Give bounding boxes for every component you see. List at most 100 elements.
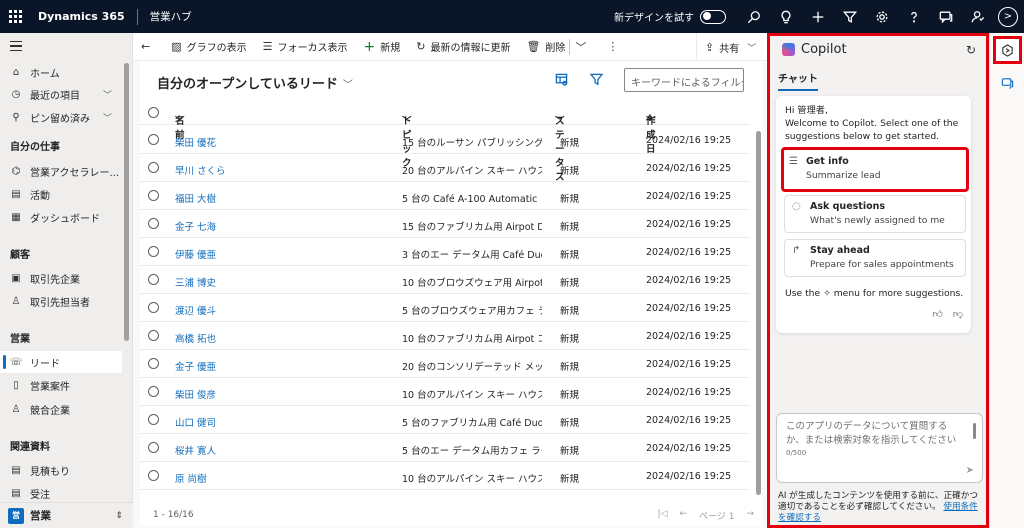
select-all-checkbox[interactable] <box>148 107 159 118</box>
send-icon[interactable]: ➤ <box>966 465 974 476</box>
table-row[interactable]: 山口 健司 5 台のファブリカム用 Café Duo エ... 新規 2024/02/… <box>140 406 750 434</box>
row-checkbox[interactable] <box>148 470 159 481</box>
previous-page-icon[interactable]: ← <box>679 509 687 522</box>
thumbs-up-icon[interactable]: 👍︎ <box>932 308 942 320</box>
lead-name-link[interactable]: 三浦 博史 <box>175 275 216 289</box>
refresh-button[interactable]: ↻ 最新の情報に更新 <box>408 33 518 61</box>
table-row[interactable]: 桜井 寛人 5 台のエー データム用カフェ ライト ... 新規 2024/02/16… <box>140 434 750 462</box>
hamburger-icon[interactable] <box>10 41 22 54</box>
table-row[interactable]: 伊藤 優亜 3 台のエー データム用 Café Duo ... 新規 2024/02/… <box>140 238 750 266</box>
sidebar-item-contacts[interactable]: ♙ 取引先担当者 <box>0 290 122 312</box>
lead-name-link[interactable]: 桜井 寛人 <box>175 443 216 457</box>
copilot-chat-input[interactable]: このアプリのデータについて質問するか、または検索対象を指示してください 0/50… <box>776 413 983 483</box>
search-icon[interactable] <box>738 0 770 33</box>
sidebar-item-leads[interactable]: ☏ リード <box>0 351 122 373</box>
sidebar-item-activities[interactable]: ▤ 活動 <box>0 183 122 205</box>
show-chart-button[interactable]: ▨ グラフの表示 <box>163 33 254 61</box>
row-checkbox[interactable] <box>148 302 159 313</box>
help-icon[interactable] <box>898 0 930 33</box>
sidebar-item-quotes[interactable]: ▤ 見積もり <box>0 459 122 481</box>
lead-name-link[interactable]: 柴田 俊彦 <box>175 387 216 401</box>
refresh-icon[interactable]: ↻ <box>966 43 976 57</box>
avatar[interactable]: > <box>998 6 1018 27</box>
focus-view-button[interactable]: ☰ フォーカス表示 <box>255 33 356 61</box>
row-checkbox[interactable] <box>148 190 159 201</box>
thumbs-down-icon[interactable]: 👎︎ <box>953 308 963 320</box>
sidebar-item-dashboards[interactable]: ▦ ダッシュボード <box>0 206 122 228</box>
chat-icon[interactable] <box>930 0 962 33</box>
tab-chat[interactable]: チャット <box>778 70 818 91</box>
gear-icon[interactable] <box>866 0 898 33</box>
sidebar-scrollbar[interactable] <box>124 63 129 341</box>
row-checkbox[interactable] <box>148 274 159 285</box>
lead-name-link[interactable]: 早川 さくら <box>175 163 226 177</box>
row-checkbox[interactable] <box>148 358 159 369</box>
app-title[interactable]: Dynamics 365 <box>38 10 125 23</box>
more-commands-button[interactable]: ⋮ <box>599 33 631 61</box>
lightbulb-icon[interactable] <box>770 0 802 33</box>
sidebar-item-recent[interactable]: ◷ 最近の項目 ﹀ <box>0 83 122 105</box>
table-row[interactable]: 金子 優亜 20 台のコンソリデーテッド メッセン... 新規 2024/02/16 … <box>140 350 750 378</box>
sidebar-item-sales-accelerator[interactable]: ⌬ 営業アクセラレー... <box>0 160 122 182</box>
back-button[interactable]: ← <box>133 33 163 61</box>
row-checkbox[interactable] <box>148 414 159 425</box>
delete-button[interactable]: 🗑 削除 ﹀ <box>518 33 599 61</box>
table-row[interactable]: 三浦 博史 10 台のブロウズウェア用 Airpot D... 新規 2024/02/… <box>140 266 750 294</box>
keyword-filter-input[interactable]: キーワードによるフィルター <box>624 68 744 92</box>
plus-icon[interactable] <box>802 0 834 33</box>
row-checkbox[interactable] <box>148 246 159 257</box>
row-checkbox[interactable] <box>148 218 159 229</box>
suggestion-stay-ahead[interactable]: ↱ Stay ahead Prepare for sales appointme… <box>784 239 966 277</box>
lead-name-link[interactable]: 福田 大樹 <box>175 191 216 205</box>
lead-name-link[interactable]: 原 尚樹 <box>175 471 207 485</box>
row-checkbox[interactable] <box>148 330 159 341</box>
lead-name-link[interactable]: 柴田 優花 <box>175 135 216 149</box>
people-icon[interactable] <box>962 0 994 33</box>
table-row[interactable]: 高橋 拓也 10 台のファブリカム用 Airpot コー... 新規 2024/02/… <box>140 322 750 350</box>
row-checkbox[interactable] <box>148 162 159 173</box>
chevron-down-icon[interactable]: ﹀ <box>575 39 586 55</box>
sidebar-item-pinned[interactable]: ⚲ ピン留め済み ﹀ <box>0 106 122 128</box>
chevron-down-icon[interactable]: ﹀ <box>103 111 112 124</box>
lead-name-link[interactable]: 金子 七海 <box>175 219 216 233</box>
input-scrollbar[interactable] <box>973 423 976 439</box>
row-checkbox[interactable] <box>148 442 159 453</box>
view-selector[interactable]: 自分のオープンしているリード ﹀ <box>157 73 353 92</box>
next-page-icon[interactable]: → <box>746 509 754 522</box>
sidebar-item-home[interactable]: ⌂ ホーム <box>0 61 122 83</box>
filter-icon[interactable] <box>834 0 866 33</box>
table-row[interactable]: 渡辺 優斗 5 台のブロウズウェア用カフェ ライト ... 新規 2024/02/16… <box>140 294 750 322</box>
copilot-rail-button[interactable] <box>993 36 1022 64</box>
filter-icon[interactable] <box>589 73 604 89</box>
lead-name-link[interactable]: 高橋 拓也 <box>175 331 216 345</box>
lead-name-link[interactable]: 山口 健司 <box>175 415 216 429</box>
sidebar-item-opportunities[interactable]: ▯ 営業案件 <box>0 374 122 396</box>
sidebar-item-competitors[interactable]: ♙ 競合企業 <box>0 398 122 420</box>
table-row[interactable]: 原 尚樹 10 台のアルパイン スキー ハウス用 ... 新規 2024/02/16 … <box>140 462 750 490</box>
chevron-down-icon[interactable]: ﹀ <box>103 88 112 101</box>
suggestion-ask-questions[interactable]: ◌ Ask questions What's newly assigned to… <box>784 195 966 233</box>
row-checkbox[interactable] <box>148 134 159 145</box>
app-area-name[interactable]: 営業ハブ <box>150 9 192 24</box>
app-launcher-button[interactable] <box>0 0 30 33</box>
lead-name-link[interactable]: 渡辺 優斗 <box>175 303 216 317</box>
table-row[interactable]: 柴田 俊彦 10 台のアルパイン スキー ハウス用 ... 新規 2024/02/16… <box>140 378 750 406</box>
suggestion-get-info[interactable]: ☰ Get info Summarize lead <box>781 147 969 192</box>
share-button[interactable]: ⇪ 共有 ﹀ <box>696 33 767 61</box>
new-button[interactable]: + 新規 <box>356 33 409 61</box>
lead-name-link[interactable]: 伊藤 優亜 <box>175 247 216 261</box>
table-row[interactable]: 早川 さくら 20 台のアルパイン スキー ハウス用 ... 新規 2024/02/1… <box>140 154 750 182</box>
grid-scrollbar[interactable] <box>756 131 761 495</box>
edit-columns-icon[interactable] <box>555 73 568 89</box>
area-switcher[interactable]: 営 営業 ⇕ <box>0 502 133 528</box>
sidebar-item-accounts[interactable]: ▣ 取引先企業 <box>0 267 122 289</box>
sidebar-item-orders[interactable]: ▤ 受注 <box>0 482 122 504</box>
table-row[interactable]: 金子 七海 15 台のファブリカム用 Airpot Du... 新規 2024/02/… <box>140 210 750 238</box>
first-page-icon[interactable]: |◁ <box>658 509 668 522</box>
chat-rail-button[interactable] <box>993 69 1022 97</box>
table-row[interactable]: 柴田 優花 15 台のルーサン パブリッシング用 ... 新規 2024/02/16 … <box>140 126 750 154</box>
new-design-toggle[interactable] <box>700 9 726 24</box>
lead-name-link[interactable]: 金子 優亜 <box>175 359 216 373</box>
row-checkbox[interactable] <box>148 386 159 397</box>
table-row[interactable]: 福田 大樹 5 台の Café A-100 Automatic 新規 2024/02/… <box>140 182 750 210</box>
